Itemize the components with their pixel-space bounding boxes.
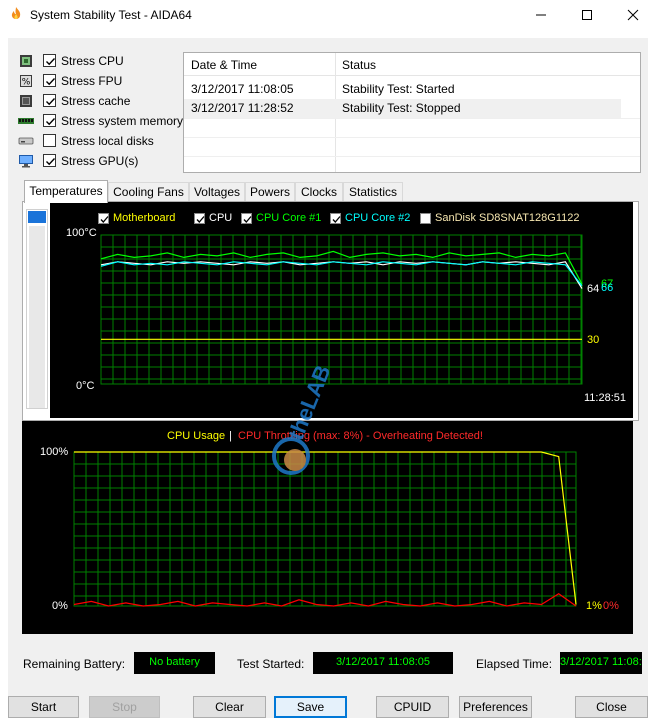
test-log-list[interactable]: Date & Time Status 3/12/2017 11:08:05 St… (183, 52, 641, 173)
elapsed-time-label: Elapsed Time: (476, 657, 553, 671)
tab-cooling-fans[interactable]: Cooling Fans (108, 182, 189, 202)
cache-icon (20, 95, 32, 107)
stress-option-label: Stress cache (61, 94, 131, 108)
scrollbar-track[interactable] (29, 226, 45, 408)
maximize-button[interactable] (564, 0, 610, 30)
stress-option-label: Stress GPU(s) (61, 154, 139, 168)
stress-option-cpu[interactable]: Stress CPU (18, 52, 188, 72)
stress-option-disks[interactable]: Stress local disks (18, 132, 188, 152)
client-area: Stress CPU % Stress FPU Stress cache Str… (8, 38, 648, 718)
clear-button[interactable]: Clear (193, 696, 266, 718)
log-gridline (184, 137, 640, 138)
close-window-button[interactable] (610, 0, 656, 30)
stop-button[interactable]: Stop (89, 696, 160, 718)
tab-statistics[interactable]: Statistics (343, 182, 403, 202)
minimize-button[interactable] (518, 0, 564, 30)
preferences-button[interactable]: Preferences (459, 696, 532, 718)
start-button[interactable]: Start (8, 696, 79, 718)
cpuid-button[interactable]: CPUID (376, 696, 449, 718)
log-gridline (184, 156, 640, 157)
stress-option-label: Stress CPU (61, 54, 124, 68)
log-row[interactable]: 3/12/2017 11:08:05 Stability Test: Start… (184, 80, 621, 99)
checkmark-icon (46, 158, 56, 166)
log-header-datetime[interactable]: Date & Time (191, 58, 257, 72)
close-button[interactable]: Close (575, 696, 648, 718)
stress-options: Stress CPU % Stress FPU Stress cache Str… (18, 52, 188, 172)
tab-temperatures[interactable]: Temperatures (24, 180, 108, 203)
stress-cpu-checkbox[interactable] (43, 54, 56, 67)
stress-option-memory[interactable]: Stress system memory (18, 112, 188, 132)
checkmark-icon (46, 98, 56, 106)
stress-fpu-checkbox[interactable] (43, 74, 56, 87)
test-started-label: Test Started: (237, 657, 305, 671)
stress-option-label: Stress FPU (61, 74, 123, 88)
log-status: Stability Test: Stopped (342, 101, 461, 115)
checkmark-icon (46, 78, 56, 86)
stress-option-cache[interactable]: Stress cache (18, 92, 188, 112)
log-gridline (184, 118, 640, 119)
log-row[interactable]: 3/12/2017 11:28:52 Stability Test: Stopp… (184, 99, 621, 118)
temperature-graph: Motherboard CPU CPU Core #1 CPU Core #2 … (50, 202, 633, 418)
stress-disks-checkbox[interactable] (43, 134, 56, 147)
stress-memory-checkbox[interactable] (43, 114, 56, 127)
save-button[interactable]: Save (274, 696, 347, 718)
battery-value: No battery (134, 652, 215, 674)
stress-option-label: Stress system memory (61, 114, 184, 128)
gpu-icon (19, 155, 33, 168)
log-header-status[interactable]: Status (342, 58, 376, 72)
log-datetime: 3/12/2017 11:08:05 (191, 82, 294, 96)
sensor-list-scrollbar[interactable] (26, 209, 48, 409)
stress-gpu-checkbox[interactable] (43, 154, 56, 167)
log-datetime: 3/12/2017 11:28:52 (191, 101, 294, 115)
sensor-list-selection[interactable] (28, 211, 46, 223)
checkmark-icon (46, 58, 56, 66)
stress-option-fpu[interactable]: % Stress FPU (18, 72, 188, 92)
log-header: Date & Time Status (184, 53, 640, 76)
stress-option-gpu[interactable]: Stress GPU(s) (18, 152, 188, 172)
tab-powers[interactable]: Powers (245, 182, 295, 202)
aida64-flame-icon (11, 7, 21, 20)
memory-icon (18, 118, 34, 124)
checkmark-icon (46, 118, 56, 126)
elapsed-time-value: 3/12/2017 11:08:05 (560, 652, 642, 674)
temperature-plot (100, 234, 583, 385)
thelab-watermark-logo (272, 437, 310, 475)
test-started-value: 3/12/2017 11:08:05 (313, 652, 453, 674)
tab-voltages[interactable]: Voltages (189, 182, 245, 202)
svg-text:%: % (22, 78, 31, 88)
close-icon (627, 9, 639, 21)
battery-label: Remaining Battery: (23, 657, 126, 671)
maximize-icon (582, 10, 592, 20)
disk-icon (18, 137, 34, 145)
title-bar: System Stability Test - AIDA64 (0, 0, 656, 30)
minimize-icon (536, 14, 546, 16)
stress-option-label: Stress local disks (61, 134, 154, 148)
cpu-icon (20, 55, 32, 67)
stress-cache-checkbox[interactable] (43, 94, 56, 107)
tab-clocks[interactable]: Clocks (295, 182, 343, 202)
log-status: Stability Test: Started (342, 82, 455, 96)
window-title: System Stability Test - AIDA64 (30, 8, 192, 22)
fpu-icon: % (20, 75, 32, 88)
